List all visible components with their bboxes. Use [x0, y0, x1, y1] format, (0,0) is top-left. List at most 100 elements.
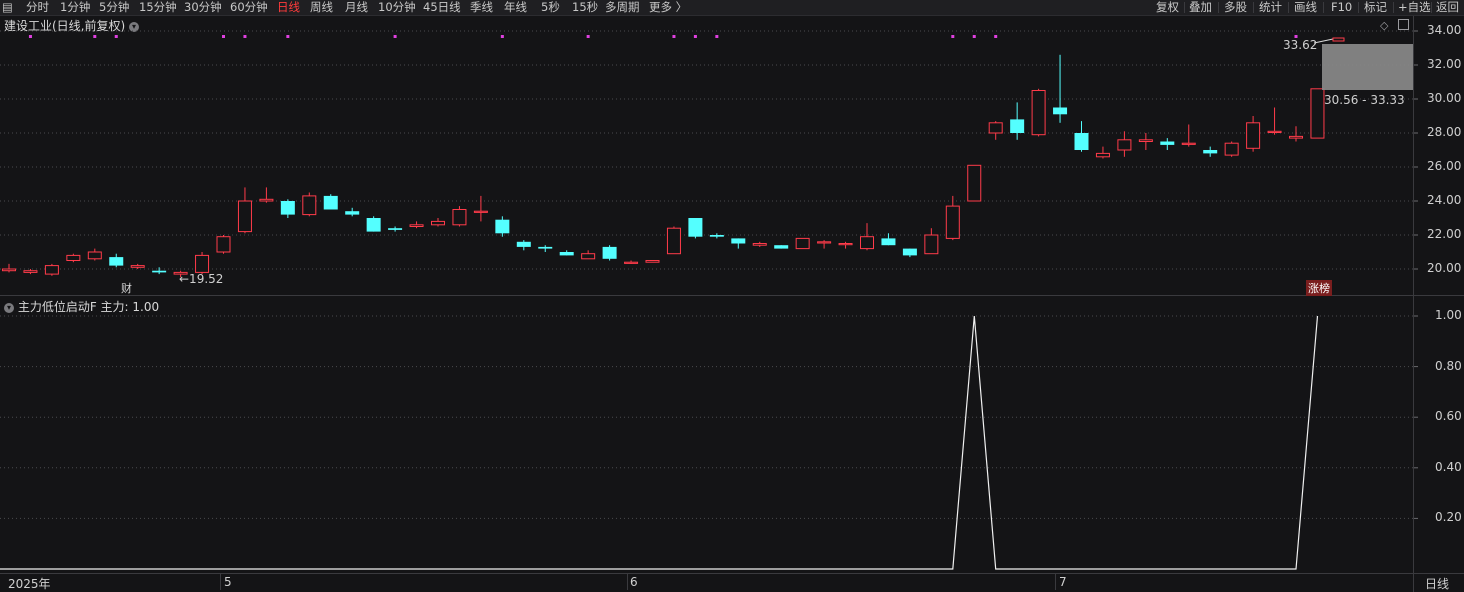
- signal-marker: [393, 35, 397, 38]
- period-selector[interactable]: 日线: [1425, 575, 1449, 592]
- candle-body: [860, 236, 874, 250]
- y-tick-label: 28.00: [1427, 125, 1462, 139]
- candle: [709, 233, 724, 239]
- candle: [860, 223, 874, 251]
- signal-marker: [672, 35, 676, 38]
- signal-marker: [28, 35, 32, 38]
- candle-body: [945, 205, 960, 239]
- candle-body: [602, 246, 617, 259]
- candle: [66, 253, 81, 263]
- signal-marker: [222, 35, 225, 38]
- candle-body: [709, 235, 724, 237]
- candle: [624, 260, 639, 264]
- indicator-series-line: [0, 315, 1319, 570]
- y-tick-label: 26.00: [1427, 159, 1462, 173]
- candle: [44, 263, 59, 276]
- candle-body: [431, 220, 445, 226]
- signal-marker: [93, 35, 97, 38]
- candle: [1095, 146, 1110, 159]
- candle: [581, 250, 596, 260]
- x-label-may: 5: [224, 575, 232, 589]
- candle-body: [1074, 133, 1089, 150]
- candle-body: [774, 245, 789, 249]
- indicator-tick-label: 0.60: [1435, 409, 1462, 424]
- candle: [1289, 126, 1303, 142]
- candle-body: [731, 238, 746, 244]
- candle: [195, 252, 210, 275]
- candle: [838, 241, 853, 249]
- candle: [688, 218, 703, 239]
- indicator-tick-label: 0.40: [1435, 459, 1462, 474]
- candle: [473, 195, 488, 222]
- candle-body: [988, 122, 1003, 134]
- kline-chart[interactable]: [0, 0, 1464, 592]
- candle: [1310, 88, 1325, 139]
- candle: [323, 194, 338, 210]
- candle-body: [516, 241, 531, 247]
- signal-marker: [972, 35, 976, 38]
- candle: [495, 216, 510, 237]
- candle: [152, 267, 167, 275]
- finance-badge[interactable]: 财: [121, 280, 132, 296]
- candle-body: [581, 253, 596, 260]
- candle-body: [1117, 139, 1132, 151]
- limit-up-badge[interactable]: 涨榜: [1306, 280, 1332, 296]
- candle: [130, 263, 145, 269]
- candle: [1224, 141, 1239, 157]
- candle-body: [323, 195, 338, 210]
- candle: [1031, 88, 1046, 137]
- candle: [388, 226, 403, 232]
- candle-body: [109, 257, 124, 266]
- candle: [23, 269, 38, 275]
- candle-body: [195, 254, 210, 273]
- candle: [731, 238, 746, 249]
- candle-body: [924, 234, 939, 255]
- y-tick-label: 24.00: [1427, 193, 1462, 207]
- candle-body: [666, 227, 681, 255]
- candle: [366, 216, 381, 232]
- candle-body: [645, 260, 660, 263]
- candle-body: [2, 268, 16, 272]
- candle: [538, 245, 553, 252]
- candle: [988, 121, 1003, 140]
- signal-marker: [994, 35, 998, 38]
- candle: [645, 260, 660, 263]
- candle-body: [345, 211, 360, 215]
- signal-marker: [500, 35, 504, 38]
- candle: [452, 206, 467, 227]
- candle-body: [1310, 88, 1325, 139]
- candle-body: [87, 251, 102, 260]
- y-tick-label: 32.00: [1427, 57, 1462, 71]
- candle: [559, 250, 574, 256]
- candle: [666, 226, 681, 255]
- candle: [1074, 121, 1089, 152]
- candle-body: [44, 265, 59, 275]
- candle-body: [795, 237, 810, 250]
- candle: [967, 164, 982, 202]
- candle-body: [902, 248, 917, 256]
- candle: [1181, 124, 1196, 147]
- y-tick-label: 20.00: [1427, 261, 1462, 275]
- x-label-june: 6: [630, 575, 638, 589]
- candle: [259, 187, 274, 203]
- candle-body: [817, 241, 832, 244]
- candle-body: [280, 201, 295, 215]
- candle-body: [66, 254, 81, 261]
- candle: [87, 248, 102, 261]
- candle: [1203, 146, 1218, 157]
- candle: [1267, 107, 1282, 135]
- candle-body: [23, 270, 38, 273]
- high-price-label: 33.62: [1283, 38, 1318, 52]
- candle: [881, 233, 896, 246]
- candle-body: [1160, 141, 1175, 145]
- candle-body: [259, 198, 274, 202]
- y-tick-label: 22.00: [1427, 227, 1462, 241]
- candle-body: [688, 218, 703, 237]
- candle-body: [538, 246, 553, 249]
- candle: [2, 263, 16, 273]
- candle-body: [1246, 122, 1261, 149]
- candle: [280, 199, 295, 218]
- candle: [1246, 116, 1261, 152]
- candle-body: [452, 209, 467, 226]
- signal-marker: [715, 35, 719, 38]
